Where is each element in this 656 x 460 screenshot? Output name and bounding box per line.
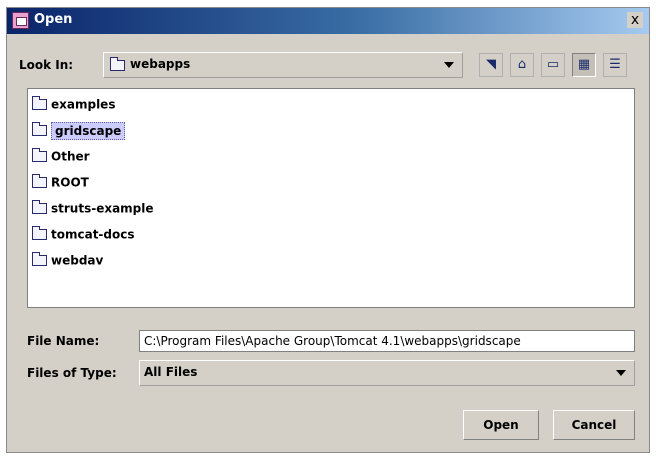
list-item-selected[interactable]: gridscape [32, 121, 212, 143]
folder-icon [110, 57, 125, 71]
file-list[interactable]: examples gridscape Other ROOT struts-exa… [27, 88, 635, 308]
close-icon[interactable]: x [627, 12, 643, 28]
list-item[interactable]: examples [32, 96, 212, 117]
window-title: Open [34, 12, 73, 27]
file-name-field[interactable]: C:\Program Files\Apache Group\Tomcat 4.1… [139, 330, 635, 352]
file-name: tomcat-docs [51, 227, 135, 242]
list-view-icon: ▦ [577, 57, 591, 72]
up-one-level-button[interactable]: ◥ [479, 53, 503, 77]
file-name: webdav [51, 253, 104, 268]
file-name: gridscape [51, 121, 126, 140]
list-item[interactable]: Other [32, 148, 212, 169]
file-name: examples [51, 97, 116, 112]
list-item[interactable]: tomcat-docs [32, 226, 212, 247]
look-in-combo[interactable]: webapps [103, 52, 463, 78]
look-in-value: webapps [130, 57, 191, 71]
new-folder-button[interactable]: ▭ [541, 53, 565, 77]
list-item[interactable]: ROOT [32, 174, 212, 195]
folder-icon [32, 252, 47, 266]
details-view-icon: ☰ [609, 57, 621, 72]
file-name: Other [51, 149, 90, 164]
folder-icon [32, 174, 47, 188]
open-button[interactable]: Open [463, 410, 539, 440]
file-name-label: File Name: [27, 334, 100, 348]
folder-icon [32, 200, 47, 214]
up-one-level-icon: ◥ [486, 57, 496, 72]
folder-icon [32, 96, 47, 110]
look-in-label: Look In: [19, 58, 74, 72]
home-icon: ⌂ [517, 57, 527, 72]
list-item[interactable]: webdav [32, 252, 212, 273]
chevron-down-icon [444, 62, 454, 68]
open-dialog: Open x Look In: webapps ◥ ⌂ ▭ ▦ ☰ exampl… [6, 7, 650, 453]
list-item[interactable]: struts-example [32, 200, 212, 221]
home-button[interactable]: ⌂ [510, 53, 534, 77]
file-type-combo[interactable]: All Files [139, 360, 635, 386]
file-type-value: All Files [144, 365, 198, 379]
cancel-button[interactable]: Cancel [553, 410, 635, 440]
chevron-down-icon [616, 370, 626, 376]
file-name: struts-example [51, 201, 154, 216]
file-name: ROOT [51, 175, 89, 190]
app-icon [12, 12, 29, 29]
folder-icon [32, 148, 47, 162]
folder-icon [32, 122, 47, 136]
title-bar[interactable]: Open x [7, 8, 649, 34]
list-view-button[interactable]: ▦ [572, 53, 596, 77]
details-view-button[interactable]: ☰ [603, 53, 627, 77]
new-folder-icon: ▭ [546, 57, 560, 72]
folder-icon [32, 226, 47, 240]
file-type-label: Files of Type: [27, 366, 117, 380]
